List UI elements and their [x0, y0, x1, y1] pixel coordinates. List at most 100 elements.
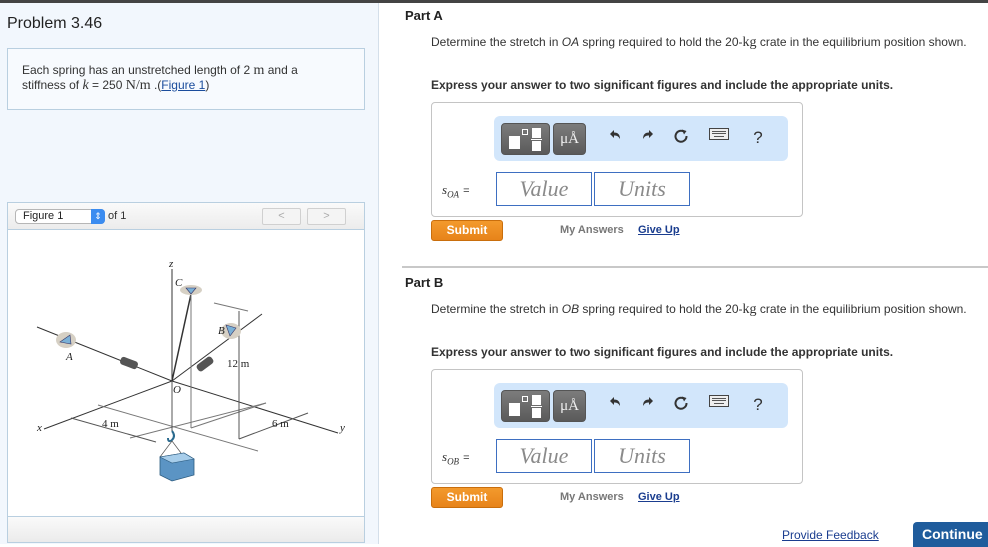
- prev-figure-button[interactable]: <: [262, 208, 301, 225]
- equals-sign: =: [463, 185, 470, 197]
- answer-label: sOB =: [442, 449, 470, 467]
- part-a-answer-box: μÅ ? sOA = Value Units: [431, 102, 803, 217]
- unit-kg: kg: [742, 35, 757, 50]
- label-b: B: [218, 325, 225, 337]
- part-b-description: Determine the stretch in OB spring requi…: [431, 302, 976, 317]
- part-a-title: Part A: [405, 8, 443, 23]
- part-a-give-up-link[interactable]: Give Up: [638, 224, 680, 236]
- b-axis-line: [171, 313, 263, 382]
- keyboard-button[interactable]: [709, 395, 729, 407]
- figure-select-value: Figure 1: [23, 210, 64, 222]
- units-icon: μÅ: [560, 131, 579, 147]
- label-12m: 12 m: [227, 358, 250, 370]
- part-b-give-up-link[interactable]: Give Up: [638, 491, 680, 503]
- figure-select[interactable]: Figure 1 ⇕: [15, 209, 105, 224]
- label-a: A: [65, 351, 73, 363]
- undo-icon: [610, 397, 620, 406]
- continue-button[interactable]: Continue: [913, 522, 988, 547]
- statement-text: and a: [264, 63, 298, 77]
- label-y: y: [339, 422, 345, 434]
- help-icon: ?: [753, 128, 763, 147]
- keyboard-icon: [709, 128, 729, 140]
- part-b-submit-button[interactable]: Submit: [431, 487, 503, 508]
- a-axis-line: [36, 326, 173, 382]
- figure-link[interactable]: Figure 1: [161, 78, 205, 92]
- projection-line: [190, 402, 267, 429]
- math-toolbar: μÅ ?: [494, 116, 788, 161]
- spring-oa: [120, 356, 138, 370]
- part-b-my-answers: My Answers: [560, 491, 624, 503]
- units-icon: μÅ: [560, 398, 579, 414]
- figure-footer: [8, 516, 364, 542]
- templates-button[interactable]: [501, 390, 550, 422]
- label-4m: 4 m: [102, 418, 119, 430]
- help-button[interactable]: ?: [748, 395, 768, 415]
- redo-button[interactable]: [638, 395, 658, 409]
- figure-panel: Figure 1 ⇕ of 1 < > z C B A O x y 12 m 4…: [7, 202, 365, 543]
- desc-text: crate in the equilibrium position shown.: [756, 35, 967, 49]
- answer-label: sOA =: [442, 182, 470, 200]
- reset-button[interactable]: [671, 395, 691, 411]
- part-a-description: Determine the stretch in OA spring requi…: [431, 35, 976, 50]
- select-stepper-icon: ⇕: [91, 209, 105, 224]
- templates-button[interactable]: [501, 123, 550, 155]
- unit-m: m: [253, 63, 265, 78]
- chevron-right-icon: >: [323, 210, 330, 222]
- part-divider: [402, 266, 988, 268]
- unit-kg: kg: [742, 302, 757, 317]
- figure-image: z C B A O x y 12 m 4 m 6 m: [8, 231, 364, 516]
- undo-button[interactable]: [605, 128, 625, 142]
- hook-icon: [167, 430, 175, 443]
- spring-ob: [196, 356, 214, 372]
- label-o: O: [173, 384, 181, 396]
- desc-text: Determine the stretch in: [431, 35, 562, 49]
- value-input[interactable]: Value: [496, 172, 592, 206]
- reset-icon: [674, 129, 688, 143]
- spring-name: OB: [561, 302, 580, 316]
- redo-button[interactable]: [638, 128, 658, 142]
- next-figure-button[interactable]: >: [307, 208, 346, 225]
- answer-subscript: OB: [447, 456, 460, 467]
- redo-icon: [643, 130, 653, 139]
- label-z: z: [168, 258, 174, 270]
- reset-button[interactable]: [671, 128, 691, 144]
- figure-header: Figure 1 ⇕ of 1 < >: [8, 203, 364, 230]
- label-6m: 6 m: [272, 418, 289, 430]
- label-x: x: [36, 422, 42, 434]
- part-b-title: Part B: [405, 275, 444, 290]
- desc-text: spring required to hold the 20-: [579, 302, 743, 316]
- projection-line: [97, 404, 259, 452]
- problem-panel: Problem 3.46 Each spring has an unstretc…: [0, 3, 379, 544]
- part-a-my-answers: My Answers: [560, 224, 624, 236]
- unit-nm: N/m: [125, 78, 151, 93]
- statement-text: .(: [150, 78, 162, 92]
- parts-panel: Part A Determine the stretch in OA sprin…: [380, 3, 988, 547]
- part-b-answer-box: μÅ ? sOB = Value Units: [431, 369, 803, 484]
- label-c: C: [175, 277, 183, 289]
- math-toolbar: μÅ ?: [494, 383, 788, 428]
- statement-text: ): [205, 78, 210, 92]
- undo-icon: [610, 130, 620, 139]
- problem-statement: Each spring has an unstretched length of…: [7, 48, 365, 110]
- value-input[interactable]: Value: [496, 439, 592, 473]
- units-input[interactable]: Units: [594, 172, 690, 206]
- chevron-left-icon: <: [278, 210, 285, 222]
- provide-feedback-link[interactable]: Provide Feedback: [782, 528, 879, 542]
- part-a-submit-button[interactable]: Submit: [431, 220, 503, 241]
- figure-count: of 1: [108, 210, 127, 222]
- statement-text: Each spring has an unstretched length of…: [22, 63, 254, 77]
- help-button[interactable]: ?: [748, 128, 768, 148]
- keyboard-button[interactable]: [709, 128, 729, 140]
- part-b-instruction: Express your answer to two significant f…: [431, 345, 894, 359]
- answer-subscript: OA: [447, 189, 460, 200]
- equals-sign: =: [463, 452, 470, 464]
- spring-name: OA: [561, 35, 580, 49]
- units-input[interactable]: Units: [594, 439, 690, 473]
- undo-button[interactable]: [605, 395, 625, 409]
- dimension-line: [213, 302, 249, 312]
- desc-text: spring required to hold the 20-: [579, 35, 743, 49]
- units-button[interactable]: μÅ: [553, 123, 586, 155]
- desc-text: Determine the stretch in: [431, 302, 562, 316]
- units-button[interactable]: μÅ: [553, 390, 586, 422]
- reset-icon: [674, 396, 688, 410]
